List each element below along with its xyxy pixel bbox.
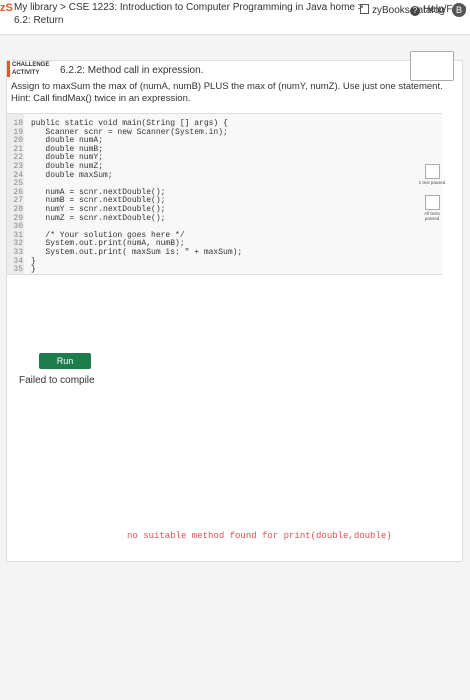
- line-number: 35: [13, 265, 23, 275]
- test-label-1: 1 test passed: [418, 180, 446, 185]
- code-text: System.out.print( maxSum is: " + maxSum)…: [31, 248, 243, 257]
- activity-title: 6.2.2: Method call in expression.: [60, 65, 204, 76]
- code-editor[interactable]: 18 public static void main(String [] args…: [7, 113, 442, 275]
- challenge-activity-badge: CHALLENGE ACTIVITY: [7, 61, 54, 77]
- code-line[interactable]: 33 System.out.print( maxSum is: " + maxS…: [9, 247, 242, 258]
- top-header: zS My library > CSE 1223: Introduction t…: [0, 0, 470, 35]
- book-icon: [360, 4, 369, 14]
- zybooks-logo: zS: [0, 2, 13, 14]
- code-line[interactable]: 35}: [9, 264, 36, 275]
- run-button[interactable]: Run: [39, 353, 91, 369]
- test-checkbox-2[interactable]: [425, 195, 440, 210]
- avatar[interactable]: B: [452, 3, 466, 17]
- breadcrumb-section[interactable]: 6.2: Return: [14, 15, 63, 26]
- code-text: double maxSum;: [31, 170, 113, 180]
- help-icon: ?: [410, 6, 420, 16]
- progress-box: [410, 51, 454, 81]
- activity-instructions: Assign to maxSum the max of (numA, numB)…: [11, 81, 443, 104]
- breadcrumb[interactable]: My library > CSE 1223: Introduction to C…: [14, 2, 364, 13]
- code-text: numZ = scnr.nextDouble();: [31, 213, 166, 223]
- code-text: }: [31, 265, 36, 275]
- error-message: no suitable method found for print(doubl…: [127, 531, 392, 541]
- status-text: Failed to compile: [19, 375, 95, 386]
- test-checkbox-1[interactable]: [425, 164, 440, 179]
- code-line[interactable]: 29 numZ = scnr.nextDouble();: [9, 213, 165, 224]
- test-label-2: All tests passed: [424, 211, 440, 221]
- challenge-activity-card: CHALLENGE ACTIVITY 6.2.2: Method call in…: [6, 51, 463, 562]
